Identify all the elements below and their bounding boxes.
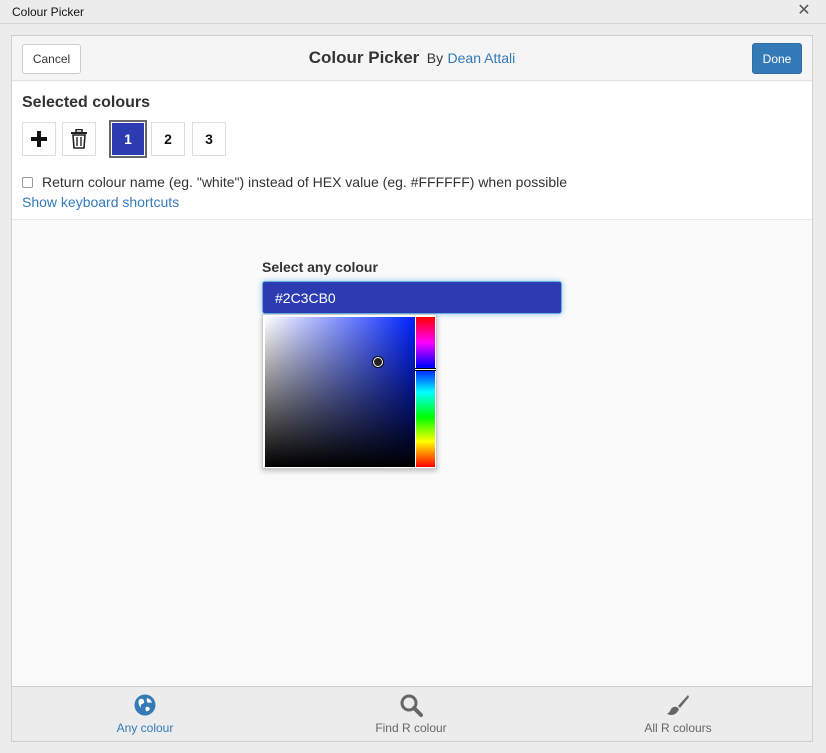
colour-palette-popup [262,314,437,469]
tab-any-colour[interactable]: Any colour [12,687,278,741]
colour-slot-3[interactable]: 3 [192,122,226,156]
globe-icon [134,694,156,716]
tab-find-r-colour-label: Find R colour [375,721,447,735]
tab-all-r-colours[interactable]: All R colours [545,687,811,741]
tab-all-r-colours-label: All R colours [644,721,712,735]
tab-find-r-colour[interactable]: Find R colour [278,687,544,741]
by-text: By [426,50,444,66]
hue-handle[interactable] [415,368,436,371]
bottom-tab-bar: Any colour Find R colour All R colours [12,686,812,741]
page-title: Colour Picker By Dean Attali [12,48,812,68]
keyboard-shortcuts-link[interactable]: Show keyboard shortcuts [22,194,179,210]
hue-slider[interactable] [415,317,436,467]
selected-colours-panel: Selected colours 1 2 3 Return colour nam… [12,82,812,220]
colour-slot-1[interactable]: 1 [109,120,147,158]
close-icon[interactable]: ✕ [796,2,812,20]
return-name-checkbox[interactable] [22,176,33,188]
saturation-value-area[interactable] [265,317,415,467]
trash-icon [71,129,87,149]
paintbrush-icon [667,695,689,715]
done-button[interactable]: Done [752,43,802,74]
window-title: Colour Picker [12,5,85,19]
picker-label: Select any colour [262,259,378,275]
selected-colours-heading: Selected colours [22,94,151,111]
dialog-frame: Cancel Colour Picker By Dean Attali Done… [11,35,813,742]
saturation-handle[interactable] [373,357,383,367]
author-link[interactable]: Dean Attali [448,50,516,66]
return-name-label: Return colour name (eg. "white") instead… [42,174,568,190]
dialog-header: Cancel Colour Picker By Dean Attali Done [12,36,812,81]
search-icon [400,694,423,717]
tab-any-colour-label: Any colour [116,721,174,735]
title-text: Colour Picker [308,48,420,67]
colour-slot-2[interactable]: 2 [151,122,185,156]
plus-icon [31,131,47,147]
window-titlebar: Colour Picker ✕ [0,0,826,24]
add-colour-button[interactable] [22,122,56,156]
return-name-option: Return colour name (eg. "white") instead… [22,174,567,190]
hex-colour-input[interactable] [262,281,562,314]
delete-colour-button[interactable] [62,122,96,156]
